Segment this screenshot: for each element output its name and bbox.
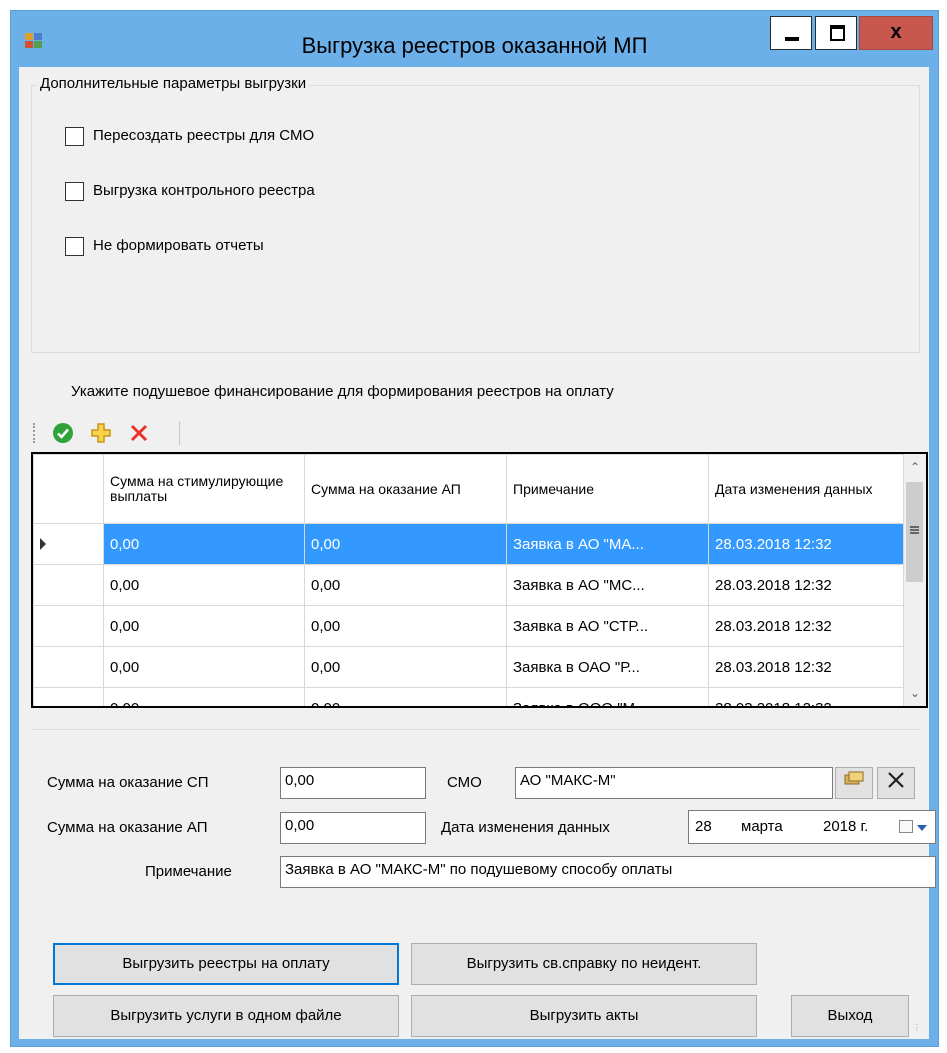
column-header[interactable]: Сумма на стимулирующие выплаты bbox=[103, 454, 305, 524]
table-row[interactable]: 0.00 0.00 Заявка в ООО "М... 28.03.2018 … bbox=[33, 687, 914, 706]
table-cell[interactable]: 0.00 bbox=[103, 687, 305, 706]
table-cell[interactable]: Заявка в АО "СТР... bbox=[506, 605, 709, 647]
row-header[interactable] bbox=[33, 564, 104, 606]
export-unident-button[interactable]: Выгрузить св.справку по неидент. bbox=[411, 943, 757, 985]
calendar-icon[interactable] bbox=[899, 820, 913, 833]
minimize-icon bbox=[785, 37, 799, 41]
scroll-down-icon[interactable]: ⌄ bbox=[904, 682, 926, 704]
date-year[interactable]: 2018 г. bbox=[823, 818, 868, 835]
dropdown-arrow-icon[interactable] bbox=[917, 825, 927, 831]
sp-sum-input[interactable]: 0,00 bbox=[280, 767, 426, 799]
note-input[interactable]: Заявка в АО "МАКС-М" по подушевому спосо… bbox=[280, 856, 936, 888]
smo-clear-button[interactable] bbox=[877, 767, 915, 799]
financing-table: Сумма на стимулирующие выплаты Сумма на … bbox=[33, 454, 914, 706]
table-cell[interactable]: 28.03.2018 12:32 bbox=[708, 646, 914, 688]
table-cell[interactable]: Заявка в АО "МС... bbox=[506, 564, 709, 606]
row-header[interactable] bbox=[33, 646, 104, 688]
grip-icon bbox=[910, 526, 919, 534]
table-cell[interactable]: Заявка в ООО "М... bbox=[506, 687, 709, 706]
finance-section-label: Укажите подушевое финансирование для фор… bbox=[71, 383, 614, 400]
clear-x-icon bbox=[888, 772, 904, 788]
date-changed-label: Дата изменения данных bbox=[441, 819, 610, 836]
row-header[interactable] bbox=[33, 605, 104, 647]
note-label: Примечание bbox=[145, 863, 232, 880]
exit-button[interactable]: Выход bbox=[791, 995, 909, 1037]
table-cell[interactable]: 0,00 bbox=[103, 564, 305, 606]
column-header[interactable]: Сумма на оказание АП bbox=[304, 454, 507, 524]
table-cell[interactable]: 0,00 bbox=[304, 605, 507, 647]
table-row[interactable]: 0,00 0,00 Заявка в АО "МА... 28.03.2018 … bbox=[33, 523, 914, 565]
close-icon: x bbox=[890, 21, 902, 43]
maximize-button[interactable] bbox=[815, 16, 857, 50]
folder-select-icon bbox=[844, 771, 864, 785]
minimize-button[interactable] bbox=[770, 16, 812, 50]
checkbox-box[interactable] bbox=[65, 182, 84, 201]
ap-sum-input[interactable]: 0,00 bbox=[280, 812, 426, 844]
scroll-up-icon[interactable]: ⌃ bbox=[904, 456, 926, 478]
row-header[interactable] bbox=[33, 687, 104, 706]
table-cell[interactable]: Заявка в АО "МА... bbox=[506, 523, 709, 565]
table-cell[interactable]: 28.03.2018 12:32 bbox=[708, 605, 914, 647]
table-cell[interactable]: Заявка в ОАО "Р... bbox=[506, 646, 709, 688]
close-button[interactable]: x bbox=[859, 16, 933, 50]
table-cell[interactable]: 28.03.2018 12:32 bbox=[708, 687, 914, 706]
table-row[interactable]: 0,00 0,00 Заявка в ОАО "Р... 28.03.2018 … bbox=[33, 646, 914, 688]
vertical-scrollbar[interactable]: ⌃ ⌄ bbox=[903, 454, 926, 706]
dialog-body: Дополнительные параметры выгрузки Пересо… bbox=[19, 67, 936, 1039]
options-group-legend: Дополнительные параметры выгрузки bbox=[37, 75, 310, 92]
ap-sum-label: Сумма на оказание АП bbox=[47, 819, 208, 836]
smo-input[interactable]: АО "МАКС-М" bbox=[515, 767, 833, 799]
check-circle-icon bbox=[53, 423, 73, 443]
options-group bbox=[31, 85, 920, 353]
maximize-icon bbox=[830, 25, 845, 41]
resize-grip-icon[interactable]: ⋮ bbox=[913, 1023, 923, 1033]
checkbox-label[interactable]: Выгрузка контрольного реестра bbox=[93, 182, 315, 199]
smo-select-button[interactable] bbox=[835, 767, 873, 799]
export-services-button[interactable]: Выгрузить услуги в одном файле bbox=[53, 995, 399, 1037]
column-header[interactable]: Примечание bbox=[506, 454, 709, 524]
financing-grid[interactable]: Сумма на стимулирующие выплаты Сумма на … bbox=[31, 452, 928, 708]
table-cell[interactable]: 28.03.2018 12:32 bbox=[708, 523, 914, 565]
scroll-thumb[interactable] bbox=[906, 482, 923, 582]
export-registers-button[interactable]: Выгрузить реестры на оплату bbox=[53, 943, 399, 985]
app-window: Выгрузка реестров оказанной МП x Дополни… bbox=[10, 10, 939, 1047]
toolbar-separator bbox=[179, 421, 180, 445]
table-row[interactable]: 0,00 0,00 Заявка в АО "СТР... 28.03.2018… bbox=[33, 605, 914, 647]
checkbox-label[interactable]: Пересоздать реестры для СМО bbox=[93, 127, 314, 144]
table-cell[interactable]: 0,00 bbox=[304, 523, 507, 565]
table-cell[interactable]: 0,00 bbox=[304, 564, 507, 606]
row-header-corner bbox=[33, 454, 104, 524]
checkbox-label[interactable]: Не формировать отчеты bbox=[93, 237, 264, 254]
table-cell[interactable]: 0.00 bbox=[304, 687, 507, 706]
column-header[interactable]: Дата изменения данных bbox=[708, 454, 914, 524]
grid-toolbar bbox=[31, 417, 331, 447]
checkbox-box[interactable] bbox=[65, 237, 84, 256]
table-cell[interactable]: 0,00 bbox=[304, 646, 507, 688]
plus-icon bbox=[91, 423, 111, 443]
checkbox-box[interactable] bbox=[65, 127, 84, 146]
table-cell[interactable]: 0,00 bbox=[103, 646, 305, 688]
toolbar-grip bbox=[33, 423, 37, 443]
current-row-icon bbox=[40, 538, 46, 550]
sp-sum-label: Сумма на оказание СП bbox=[47, 774, 209, 791]
date-month[interactable]: марта bbox=[741, 818, 783, 835]
table-cell[interactable]: 0,00 bbox=[103, 605, 305, 647]
table-cell[interactable]: 28.03.2018 12:32 bbox=[708, 564, 914, 606]
table-cell[interactable]: 0,00 bbox=[103, 523, 305, 565]
export-acts-button[interactable]: Выгрузить акты bbox=[411, 995, 757, 1037]
add-button[interactable] bbox=[89, 421, 113, 445]
table-row[interactable]: 0,00 0,00 Заявка в АО "МС... 28.03.2018 … bbox=[33, 564, 914, 606]
date-changed-picker[interactable]: 28 марта 2018 г. bbox=[688, 810, 936, 844]
delete-button[interactable] bbox=[127, 421, 151, 445]
row-header[interactable] bbox=[33, 523, 104, 565]
delete-x-icon bbox=[130, 424, 148, 442]
date-day[interactable]: 28 bbox=[695, 818, 712, 835]
smo-label: СМО bbox=[447, 774, 482, 791]
title-bar[interactable]: Выгрузка реестров оказанной МП x bbox=[11, 11, 938, 67]
section-divider bbox=[31, 729, 920, 730]
apply-button[interactable] bbox=[51, 421, 75, 445]
